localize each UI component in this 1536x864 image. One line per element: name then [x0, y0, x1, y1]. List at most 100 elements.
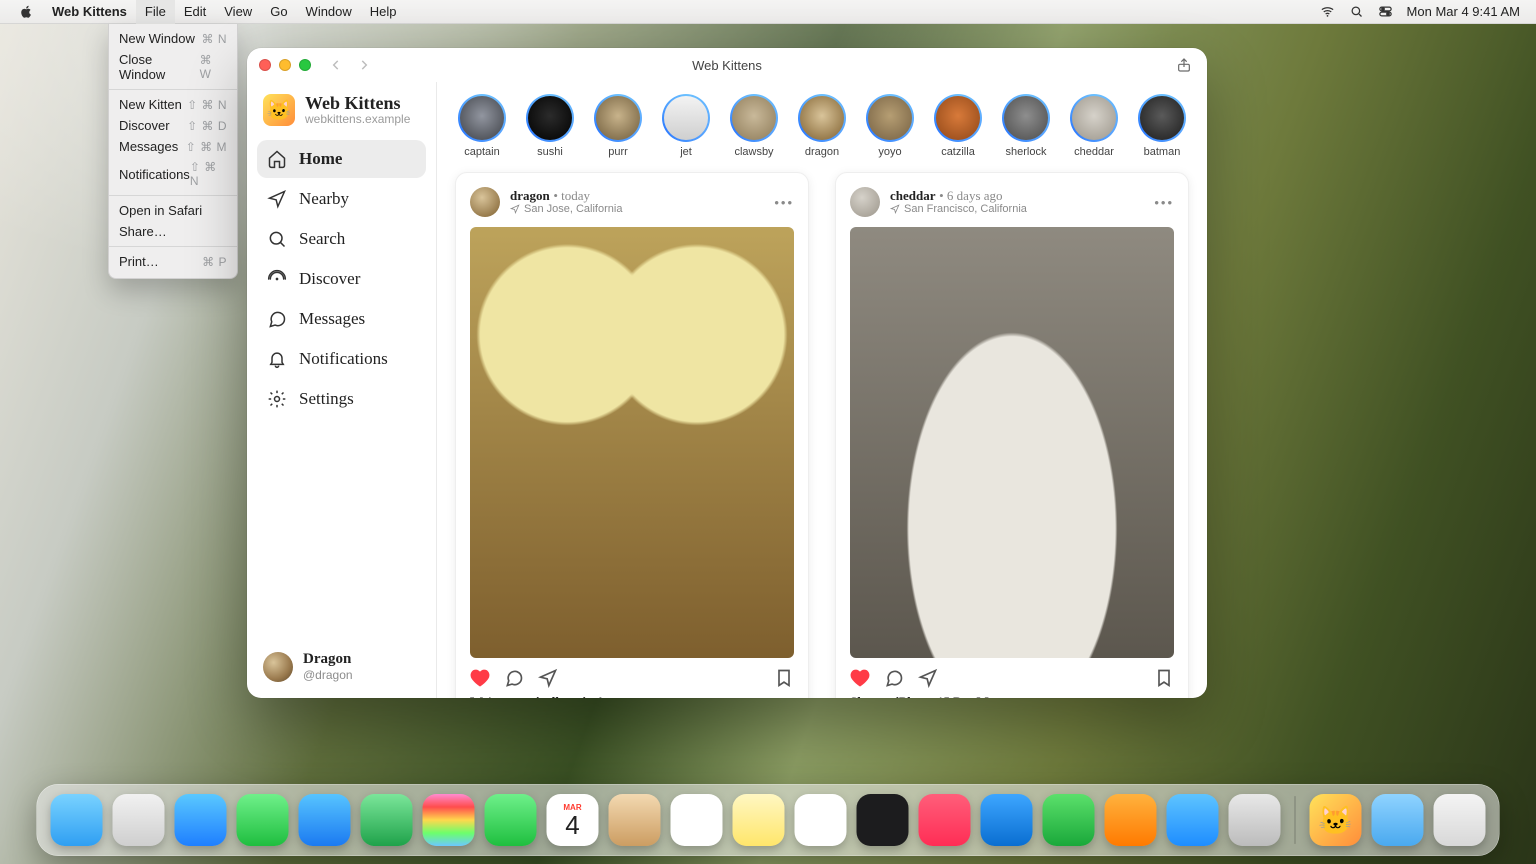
menu-window[interactable]: Window [297, 0, 361, 24]
app-logo-icon: 🐱 [263, 94, 295, 126]
story-dragon[interactable]: dragon [797, 94, 847, 158]
dock-app-finder[interactable] [51, 794, 103, 846]
file-menu-item[interactable]: Notifications⇧ ⌘ N [109, 157, 237, 191]
post-photo[interactable] [470, 227, 794, 658]
menu-item-label: Notifications [119, 167, 190, 182]
story-sushi[interactable]: sushi [525, 94, 575, 158]
spotlight-icon[interactable] [1349, 4, 1364, 19]
story-username: purr [608, 146, 628, 158]
dock-app-messages[interactable] [237, 794, 289, 846]
search-icon [267, 229, 287, 249]
dock-pinned-web-kittens[interactable]: 🐱 [1310, 794, 1362, 846]
dock-app-numbers[interactable] [1043, 794, 1095, 846]
post-time: • 6 days ago [939, 188, 1002, 203]
like-button[interactable] [470, 668, 490, 688]
dock-app-photos[interactable] [423, 794, 475, 846]
apple-menu[interactable] [10, 0, 43, 24]
brand-name: Web Kittens [305, 94, 410, 113]
sidebar-item-notifications[interactable]: Notifications [257, 340, 426, 378]
story-ring [662, 94, 710, 142]
dock-app-safari[interactable] [175, 794, 227, 846]
story-jet[interactable]: jet [661, 94, 711, 158]
story-purr[interactable]: purr [593, 94, 643, 158]
menu-item-label: Messages [119, 139, 178, 154]
menu-edit[interactable]: Edit [175, 0, 215, 24]
comment-button[interactable] [504, 668, 524, 688]
menu-help[interactable]: Help [361, 0, 406, 24]
story-username: jet [680, 146, 692, 158]
nearby-icon [267, 189, 287, 209]
dock-app-pages[interactable] [1105, 794, 1157, 846]
file-menu-item[interactable]: Messages⇧ ⌘ M [109, 136, 237, 157]
file-menu-dropdown: New Window⌘ NClose Window⌘ W New Kitten⇧ … [108, 24, 238, 279]
menubar-clock[interactable]: Mon Mar 4 9:41 AM [1407, 4, 1520, 19]
dock-app-calendar[interactable]: MAR4 [547, 794, 599, 846]
dock-app-notes[interactable] [733, 794, 785, 846]
menu-file[interactable]: File [136, 0, 175, 24]
file-menu-item[interactable]: Close Window⌘ W [109, 49, 237, 85]
menu-go[interactable]: Go [261, 0, 296, 24]
sidebar-item-search[interactable]: Search [257, 220, 426, 258]
post-more-button[interactable]: ••• [774, 195, 794, 210]
story-yoyo[interactable]: yoyo [865, 94, 915, 158]
comment-button[interactable] [884, 668, 904, 688]
dock-pinned-downloads[interactable] [1372, 794, 1424, 846]
like-button[interactable] [850, 668, 870, 688]
dock-app-reminders[interactable] [671, 794, 723, 846]
dock-app-keynote[interactable] [981, 794, 1033, 846]
dock-app-app-store[interactable] [1167, 794, 1219, 846]
dock-app-freeform[interactable] [795, 794, 847, 846]
sidebar-nav: HomeNearbySearchDiscoverMessagesNotifica… [257, 140, 426, 418]
story-batman[interactable]: batman [1137, 94, 1187, 158]
file-menu-item[interactable]: Discover⇧ ⌘ D [109, 115, 237, 136]
post-location[interactable]: San Francisco, California [890, 203, 1027, 215]
post-username[interactable]: cheddar [890, 188, 936, 203]
story-username: sushi [537, 146, 563, 158]
window-titlebar[interactable]: Web Kittens [247, 48, 1207, 82]
sidebar-item-messages[interactable]: Messages [257, 300, 426, 338]
sidebar-item-nearby[interactable]: Nearby [257, 180, 426, 218]
post-photo[interactable] [850, 227, 1174, 658]
file-menu-item[interactable]: New Kitten⇧ ⌘ N [109, 94, 237, 115]
bookmark-button[interactable] [1154, 668, 1174, 688]
wifi-icon[interactable] [1320, 4, 1335, 19]
sidebar-item-home[interactable]: Home [257, 140, 426, 178]
story-catzilla[interactable]: catzilla [933, 94, 983, 158]
file-menu-item[interactable]: Print…⌘ P [109, 251, 237, 272]
dock-app-launchpad[interactable] [113, 794, 165, 846]
story-avatar [1072, 96, 1116, 140]
menu-view[interactable]: View [215, 0, 261, 24]
dock-app-contacts[interactable] [609, 794, 661, 846]
dock-app-music[interactable] [919, 794, 971, 846]
story-captain[interactable]: captain [457, 94, 507, 158]
post-username[interactable]: dragon [510, 188, 550, 203]
post-time: • today [553, 188, 590, 203]
discover-icon [267, 269, 287, 289]
file-menu-item[interactable]: Share… [109, 221, 237, 242]
dock-app-facetime[interactable] [485, 794, 537, 846]
post-avatar[interactable] [470, 187, 500, 217]
post-avatar[interactable] [850, 187, 880, 217]
current-user[interactable]: Dragon @dragon [257, 645, 426, 688]
dock-pinned-trash[interactable] [1434, 794, 1486, 846]
share-post-button[interactable] [918, 668, 938, 688]
file-menu-item[interactable]: Open in Safari [109, 200, 237, 221]
story-sherlock[interactable]: sherlock [1001, 94, 1051, 158]
sidebar-item-settings[interactable]: Settings [257, 380, 426, 418]
post-more-button[interactable]: ••• [1154, 195, 1174, 210]
bookmark-button[interactable] [774, 668, 794, 688]
app-menu[interactable]: Web Kittens [43, 0, 136, 24]
file-menu-item[interactable]: New Window⌘ N [109, 28, 237, 49]
dock-app-maps[interactable] [361, 794, 413, 846]
dock-app-system-settings[interactable] [1229, 794, 1281, 846]
menu-item-label: New Kitten [119, 97, 182, 112]
menu-item-label: Open in Safari [119, 203, 202, 218]
share-post-button[interactable] [538, 668, 558, 688]
dock-app-tv[interactable] [857, 794, 909, 846]
story-clawsby[interactable]: clawsby [729, 94, 779, 158]
post-location[interactable]: San Jose, California [510, 203, 622, 215]
control-center-icon[interactable] [1378, 4, 1393, 19]
sidebar-item-discover[interactable]: Discover [257, 260, 426, 298]
dock-app-mail[interactable] [299, 794, 351, 846]
story-cheddar[interactable]: cheddar [1069, 94, 1119, 158]
